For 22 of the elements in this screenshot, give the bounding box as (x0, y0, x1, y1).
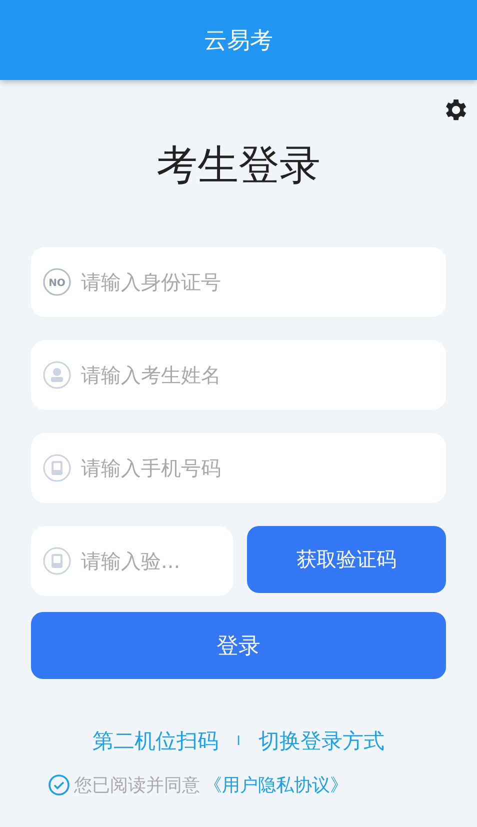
text-input[interactable]: 请输入考生姓名 (79, 362, 434, 388)
link-separator: I (236, 734, 240, 748)
input-field[interactable]: 请输入考生姓名 (31, 340, 446, 410)
phone-icon (43, 454, 71, 482)
phone-icon (43, 547, 71, 575)
checkmark-icon[interactable] (48, 774, 70, 796)
text-input[interactable]: 请输入手机号码 (79, 455, 434, 481)
app-title: 云易考 (204, 26, 273, 56)
link[interactable]: 第二机位扫码 (92, 727, 219, 755)
agreement-text: 您已阅读并同意 (74, 774, 200, 797)
input-field[interactable]: NO 请输入身份证号 (31, 247, 446, 317)
page-title: 考生登录 (156, 140, 322, 191)
login-button[interactable]: 登录 (31, 612, 446, 679)
text-input[interactable]: 请输入身份证号 (79, 269, 434, 295)
input-field[interactable]: 请输入手机号码 (31, 433, 446, 503)
get-code-button[interactable]: 获取验证码 (247, 526, 446, 593)
agreement-link[interactable]: 《用户隐私协议》 (204, 773, 348, 797)
input-field[interactable]: 请输入验... (31, 526, 233, 596)
person-icon (43, 361, 71, 389)
text-input[interactable]: 请输入验... (79, 548, 221, 574)
id-badge-icon: NO (43, 268, 71, 296)
link[interactable]: 切换登录方式 (258, 727, 384, 755)
